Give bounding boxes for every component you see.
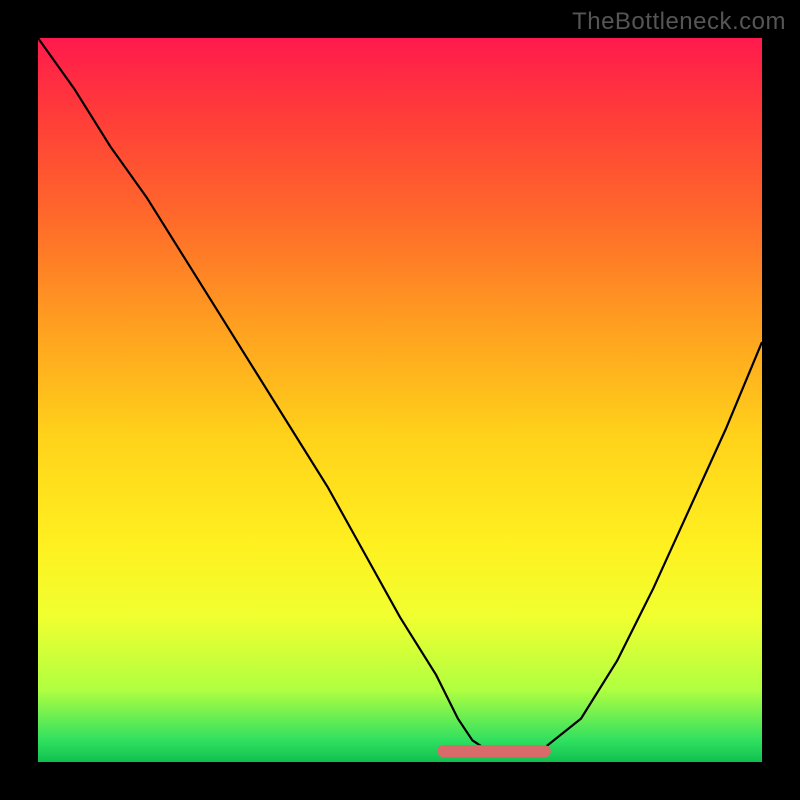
watermark-text: TheBottleneck.com [572, 8, 786, 36]
chart-frame: TheBottleneck.com [0, 0, 800, 800]
chart-curve-layer [38, 38, 762, 762]
bottleneck-curve [38, 38, 762, 755]
